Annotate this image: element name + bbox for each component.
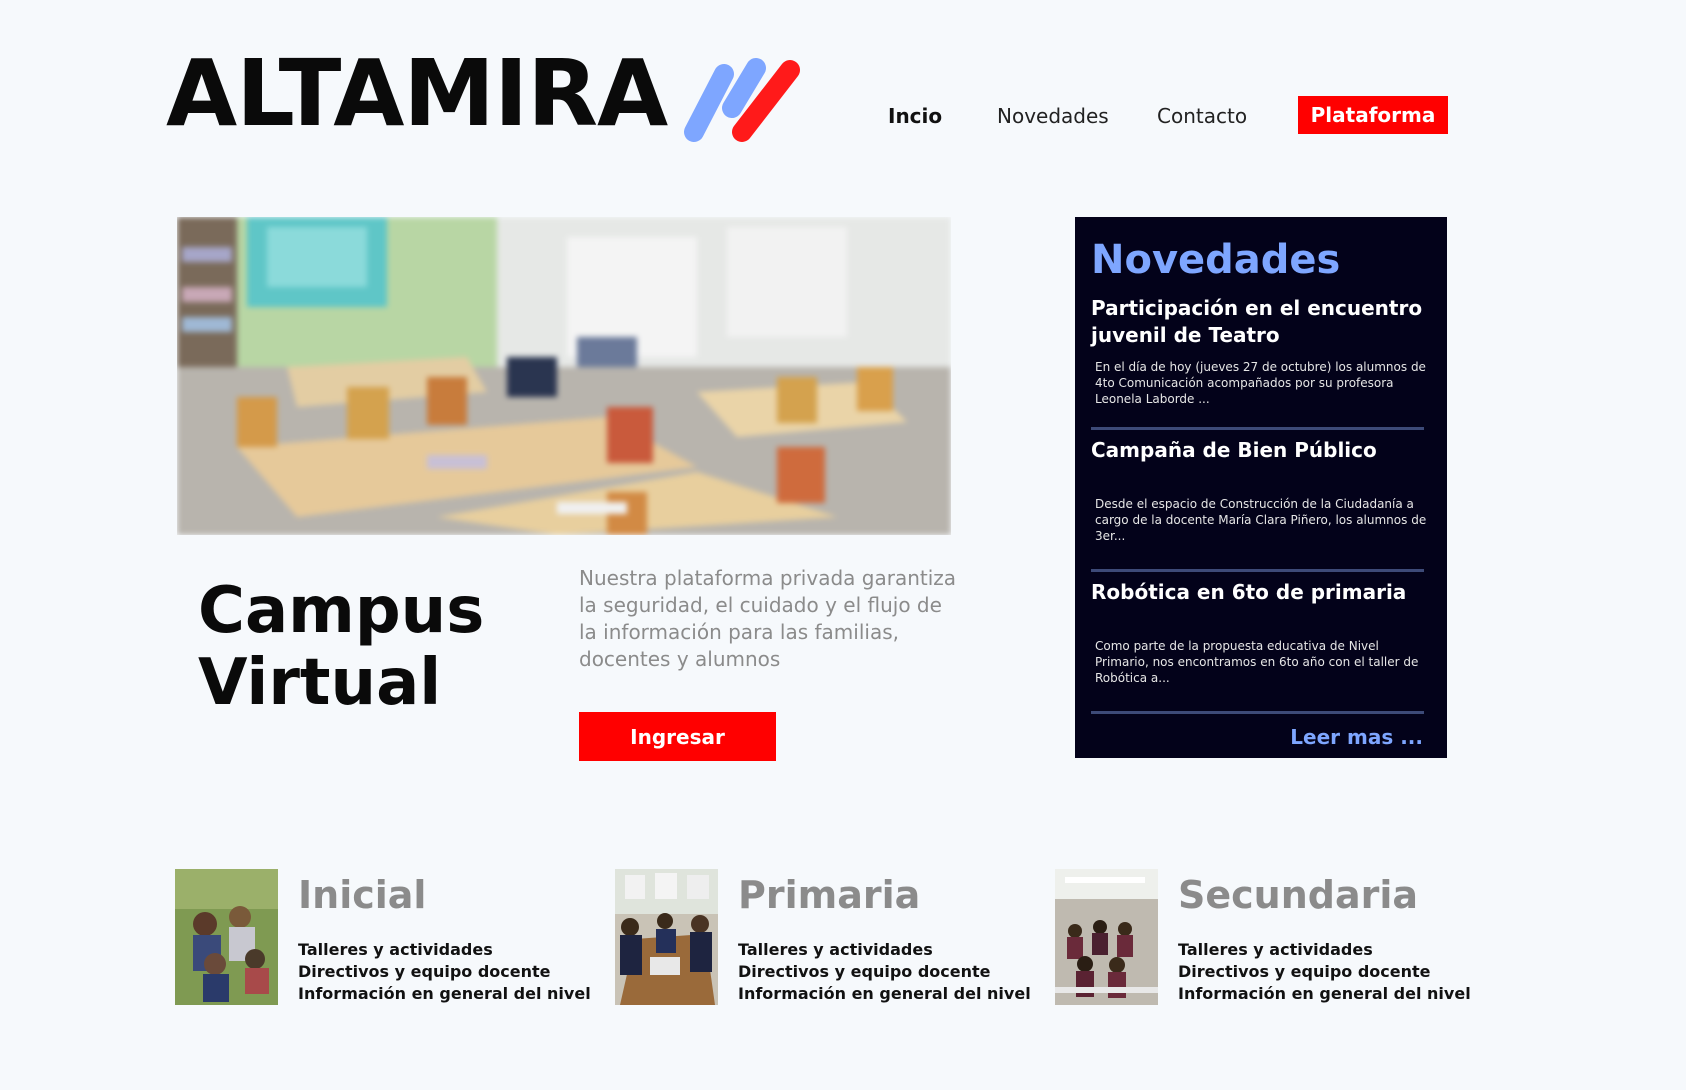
level-link[interactable]: Talleres y actividades xyxy=(298,939,591,961)
ingresar-button[interactable]: Ingresar xyxy=(579,712,776,761)
level-link[interactable]: Información en general del nivel xyxy=(1178,983,1471,1005)
level-link[interactable]: Directivos y equipo docente xyxy=(738,961,1031,983)
inicial-photo xyxy=(175,869,278,1005)
read-more-link[interactable]: Leer mas ... xyxy=(1290,725,1423,749)
news-divider xyxy=(1091,711,1424,714)
platform-button[interactable]: Plataforma xyxy=(1298,96,1448,134)
level-links: Talleres y actividades Directivos y equi… xyxy=(738,939,1031,1005)
main-nav: Incio Novedades Contacto Plataforma xyxy=(0,96,1686,136)
level-link[interactable]: Directivos y equipo docente xyxy=(1178,961,1471,983)
news-item[interactable]: Campaña de Bien Público Desde el espacio… xyxy=(1091,437,1431,544)
news-item[interactable]: Robótica en 6to de primaria Como parte d… xyxy=(1091,579,1431,686)
level-link[interactable]: Información en general del nivel xyxy=(738,983,1031,1005)
campus-title-line2: Virtual xyxy=(198,646,442,720)
level-link[interactable]: Talleres y actividades xyxy=(738,939,1031,961)
news-item[interactable]: Participación en el encuentro juvenil de… xyxy=(1091,295,1431,407)
level-links: Talleres y actividades Directivos y equi… xyxy=(298,939,591,1005)
primaria-photo xyxy=(615,869,718,1005)
level-link[interactable]: Talleres y actividades xyxy=(1178,939,1471,961)
news-item-title[interactable]: Campaña de Bien Público xyxy=(1091,437,1431,464)
news-panel: Novedades Participación en el encuentro … xyxy=(1075,217,1447,758)
secundaria-photo xyxy=(1055,869,1158,1005)
nav-contacto[interactable]: Contacto xyxy=(1157,104,1247,128)
nav-novedades[interactable]: Novedades xyxy=(997,104,1109,128)
level-link[interactable]: Información en general del nivel xyxy=(298,983,591,1005)
news-item-excerpt: En el día de hoy (jueves 27 de octubre) … xyxy=(1095,360,1426,406)
classroom-photo xyxy=(177,217,951,535)
news-divider xyxy=(1091,569,1424,572)
news-item-excerpt: Como parte de la propuesta educativa de … xyxy=(1095,639,1419,685)
level-title[interactable]: Inicial xyxy=(298,873,426,917)
level-title[interactable]: Primaria xyxy=(738,873,920,917)
news-title: Novedades xyxy=(1091,237,1341,283)
campus-title-line1: Campus xyxy=(198,574,485,648)
nav-inicio[interactable]: Incio xyxy=(888,104,942,128)
campus-description: Nuestra plataforma privada garantiza la … xyxy=(579,566,957,671)
news-item-title[interactable]: Participación en el encuentro juvenil de… xyxy=(1091,295,1431,349)
level-link[interactable]: Directivos y equipo docente xyxy=(298,961,591,983)
news-item-title[interactable]: Robótica en 6to de primaria xyxy=(1091,579,1431,606)
campus-title: Campus Virtual xyxy=(198,575,558,719)
news-divider xyxy=(1091,427,1424,430)
news-item-excerpt: Desde el espacio de Construcción de la C… xyxy=(1095,497,1427,543)
level-links: Talleres y actividades Directivos y equi… xyxy=(1178,939,1471,1005)
level-title[interactable]: Secundaria xyxy=(1178,873,1418,917)
